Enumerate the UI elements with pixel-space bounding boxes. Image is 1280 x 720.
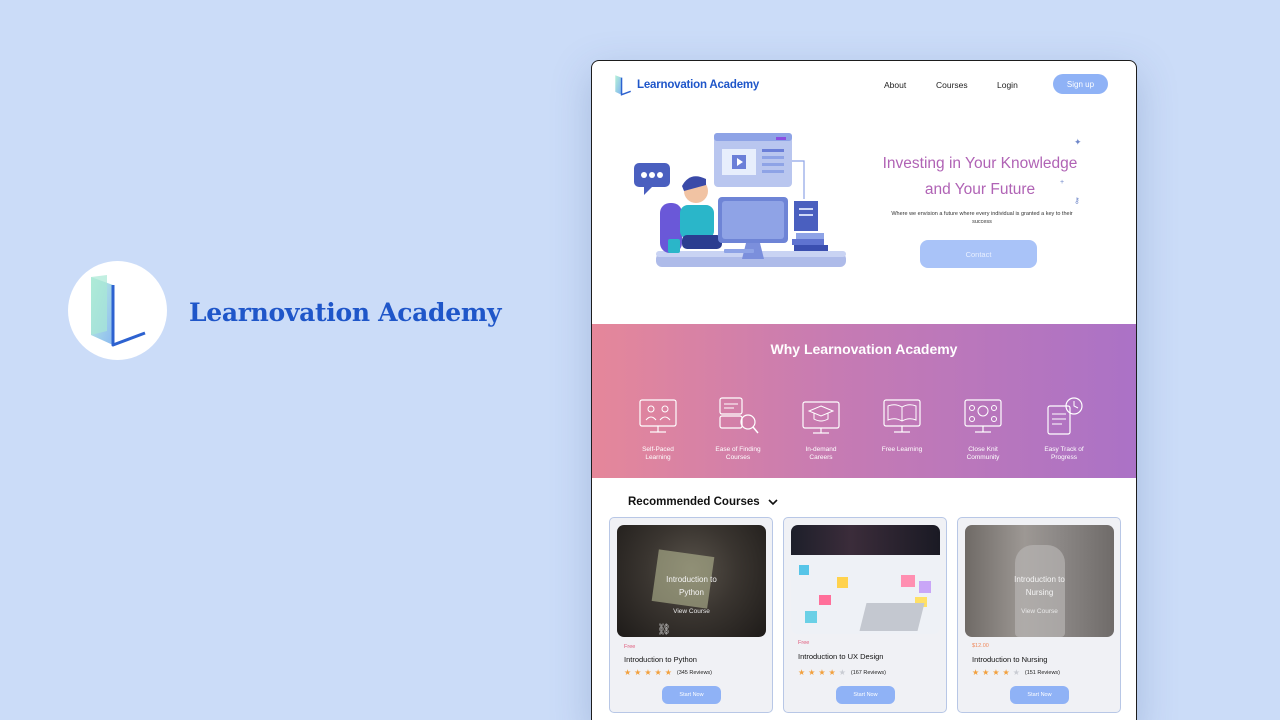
star-icon: ★ xyxy=(1012,668,1020,677)
community-icon xyxy=(964,399,1002,433)
star-icon: ★ xyxy=(808,668,816,677)
recommended-title: Recommended Courses xyxy=(628,496,760,508)
course-image[interactable]: Introduction to Python View Course ⛓ xyxy=(617,525,766,637)
course-price: Free xyxy=(798,640,810,646)
star-icon: ★ xyxy=(624,668,632,677)
website-preview: Learnovation Academy About Courses Login… xyxy=(591,60,1137,720)
signup-button[interactable]: Sign up xyxy=(1053,74,1108,94)
course-name: Introduction to Python xyxy=(624,655,697,664)
hero-illustration xyxy=(634,133,846,267)
course-card[interactable]: Introduction to Python View Course ⛓ Fre… xyxy=(609,517,773,713)
feature-label: In-demand Careers xyxy=(805,446,837,461)
open-book-icon xyxy=(883,399,921,433)
start-now-button[interactable]: Start Now xyxy=(662,686,721,704)
star-icon: ★ xyxy=(818,668,826,677)
feature-community: Close Knit Community xyxy=(951,396,1015,462)
feature-finding-courses: Ease of Finding Courses xyxy=(706,396,770,462)
course-rating: ★ ★ ★ ★ ★ (167 Reviews) xyxy=(798,669,886,677)
course-rating: ★ ★ ★ ★ ★ (345 Reviews) xyxy=(624,669,712,677)
course-image[interactable]: Introduction to Nursing View Course xyxy=(965,525,1114,637)
star-icon: ★ xyxy=(654,668,662,677)
sparkle-icon: ✦ xyxy=(1074,137,1082,147)
star-icon: ★ xyxy=(972,668,980,677)
progress-clock-icon xyxy=(1047,397,1083,435)
brand-title: Learnovation Academy xyxy=(189,298,502,327)
nav-logo-text: Learnovation Academy xyxy=(637,79,760,91)
star-icon: ★ xyxy=(992,668,1000,677)
search-course-icon xyxy=(719,397,759,434)
feature-self-paced: Self-Paced Learning xyxy=(626,396,690,462)
navbar: Learnovation Academy About Courses Login… xyxy=(592,61,1136,109)
start-now-button[interactable]: Start Now xyxy=(1010,686,1069,704)
monitor-people-icon xyxy=(639,399,677,433)
hero-title-line2: and Your Future xyxy=(924,181,1036,198)
nav-link-courses[interactable]: Courses xyxy=(936,80,968,90)
link-icon: ⛓ xyxy=(657,624,671,636)
chevron-down-icon[interactable] xyxy=(768,498,778,506)
course-name: Introduction to Nursing xyxy=(972,655,1048,664)
course-rating: ★ ★ ★ ★ ★ (151 Reviews) xyxy=(972,669,1060,677)
feature-label: Free Learning xyxy=(881,446,923,453)
star-icon: ★ xyxy=(1002,668,1010,677)
card-overlay-title: Introduction to Nursing xyxy=(1014,575,1065,597)
course-reviews: (345 Reviews) xyxy=(676,670,713,676)
course-card[interactable]: Introduction to Nursing View Course $12.… xyxy=(957,517,1121,713)
hero-subtitle: Where we envision a future where every i… xyxy=(891,211,1073,225)
recommended-heading[interactable]: Recommended Courses xyxy=(628,496,778,508)
start-now-button[interactable]: Start Now xyxy=(836,686,895,704)
feature-label: Self-Paced Learning xyxy=(642,446,674,461)
contact-button[interactable]: Contact xyxy=(920,240,1037,268)
card-overlay-title: Introduction to Python xyxy=(666,575,717,597)
star-icon: ★ xyxy=(798,668,806,677)
why-section: Why Learnovation Academy Self-Paced Lear… xyxy=(592,324,1136,478)
star-icon: ★ xyxy=(838,668,846,677)
star-icon: ★ xyxy=(664,668,672,677)
feature-label: Ease of Finding Courses xyxy=(715,446,761,461)
feature-free-learning: Free Learning xyxy=(870,396,934,454)
course-price: $12.00 xyxy=(972,643,989,649)
course-price: Free xyxy=(624,644,636,650)
laptop-image xyxy=(859,603,925,631)
brand-logo xyxy=(68,261,167,360)
book-logo-icon xyxy=(615,75,631,96)
course-name: Introduction to UX Design xyxy=(798,652,884,661)
view-course-link[interactable]: View Course xyxy=(617,608,766,615)
view-course-link[interactable]: View Course xyxy=(965,608,1114,615)
book-logo-icon xyxy=(90,274,146,346)
star-icon: ★ xyxy=(982,668,990,677)
nav-logo[interactable]: Learnovation Academy xyxy=(613,73,759,97)
course-reviews: (151 Reviews) xyxy=(1024,670,1061,676)
star-icon: ★ xyxy=(634,668,642,677)
graduation-monitor-icon xyxy=(802,401,840,434)
feature-careers: In-demand Careers xyxy=(789,396,853,462)
nav-link-login[interactable]: Login xyxy=(997,80,1018,90)
why-title: Why Learnovation Academy xyxy=(770,341,958,357)
course-card[interactable]: Free Introduction to UX Design ★ ★ ★ ★ ★… xyxy=(783,517,947,713)
hero-title-line1: Investing in Your Knowledge xyxy=(882,155,1078,172)
nav-link-about[interactable]: About xyxy=(884,80,906,90)
feature-progress: Easy Track of Progress xyxy=(1032,396,1096,462)
hero-title: Investing in Your Knowledge and Your Fut… xyxy=(862,151,1098,203)
course-image[interactable] xyxy=(791,525,940,634)
feature-label: Easy Track of Progress xyxy=(1044,446,1084,461)
star-icon: ★ xyxy=(828,668,836,677)
feature-label: Close Knit Community xyxy=(966,446,1000,461)
star-icon: ★ xyxy=(644,668,652,677)
course-reviews: (167 Reviews) xyxy=(850,670,887,676)
